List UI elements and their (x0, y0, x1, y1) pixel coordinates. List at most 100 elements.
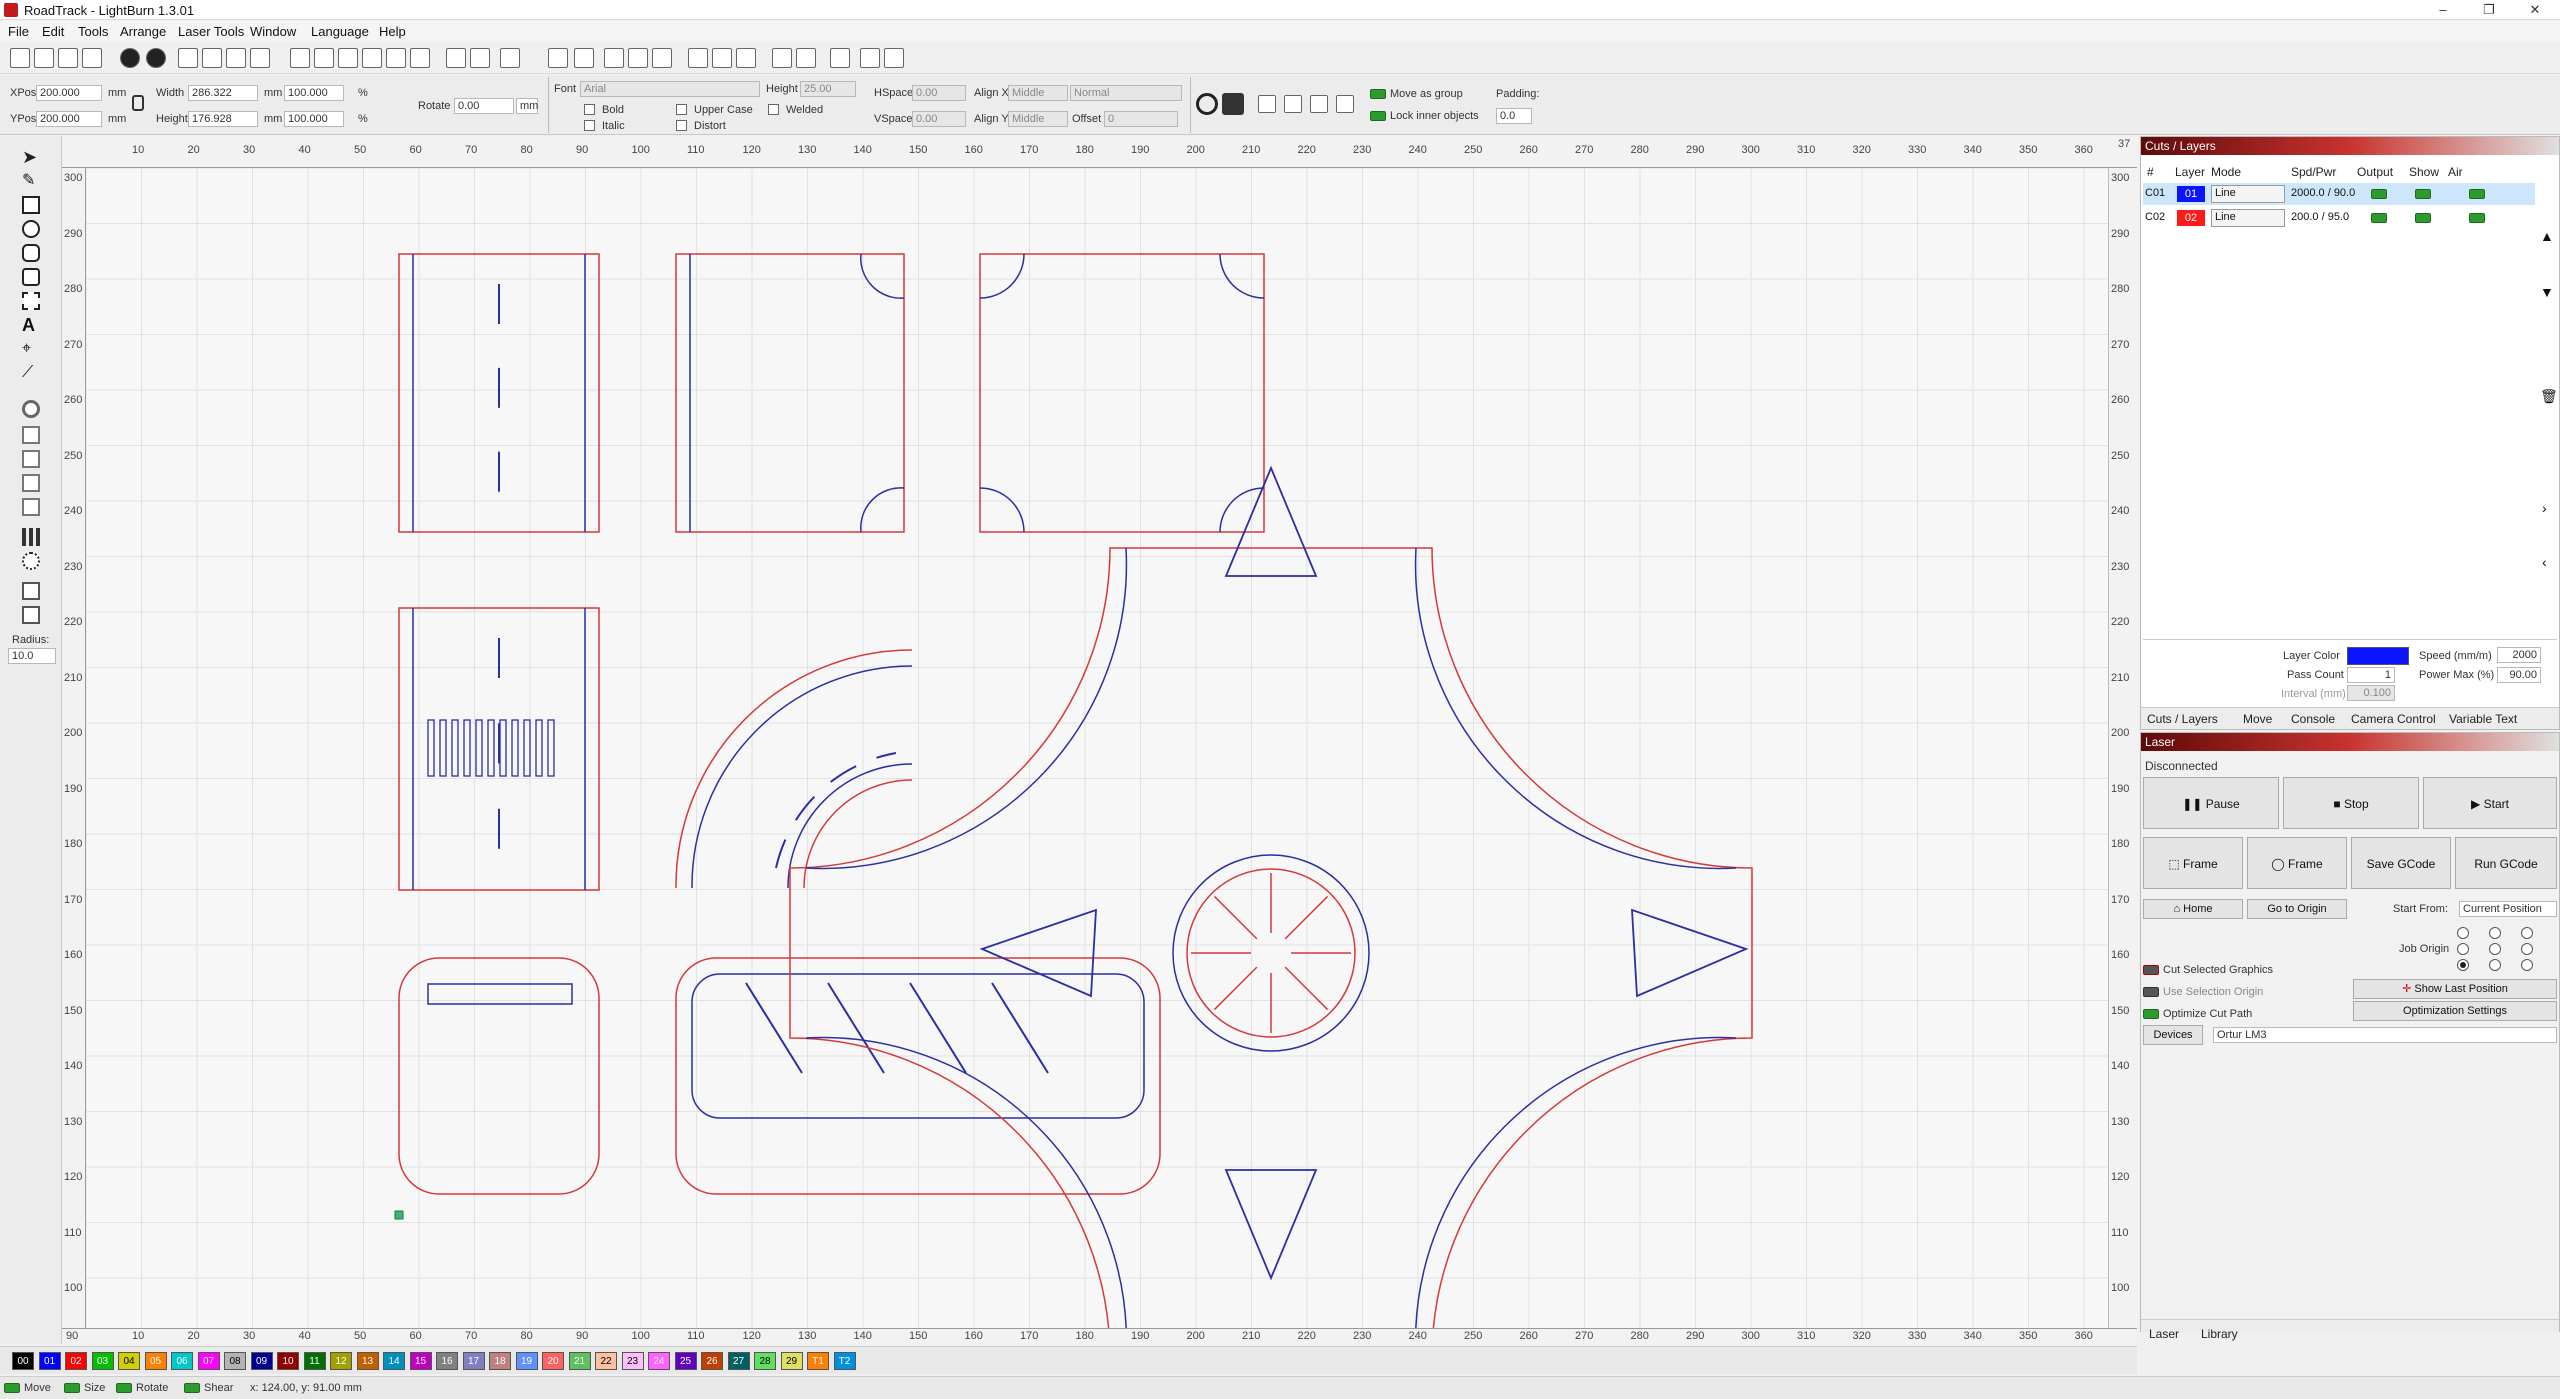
palette-swatch[interactable]: 09 (250, 1352, 273, 1370)
width-pct-field[interactable]: 100.000 (284, 85, 344, 101)
chevron-up-icon[interactable]: ▲ (2540, 228, 2554, 244)
copy-icon[interactable] (202, 48, 222, 68)
device-select[interactable]: Ortur LM3 (2213, 1027, 2557, 1043)
stop-button[interactable]: ■ Stop (2283, 777, 2419, 829)
frame-button[interactable]: ⬚ Frame (2143, 837, 2243, 889)
open-file-icon[interactable] (34, 48, 54, 68)
align-y-select[interactable]: Middle (1008, 111, 1068, 127)
intersect-icon[interactable] (22, 498, 40, 516)
palette-swatch[interactable]: 12 (330, 1352, 352, 1370)
job-origin-mc[interactable] (2489, 943, 2501, 955)
export-icon[interactable] (146, 48, 166, 68)
palette-swatch[interactable]: 17 (462, 1352, 485, 1370)
monitor-icon[interactable] (446, 48, 466, 68)
array-icon[interactable] (860, 48, 880, 68)
dock-icon[interactable] (884, 48, 904, 68)
palette-swatch[interactable]: T1 (807, 1352, 829, 1370)
job-origin-mr[interactable] (2521, 943, 2533, 955)
save-gcode-button[interactable]: Save GCode (2351, 837, 2451, 889)
layer-row[interactable]: C02 02 Line 200.0 / 95.0 (2143, 207, 2535, 229)
zoom-page-icon[interactable] (386, 48, 406, 68)
job-origin-br[interactable] (2521, 959, 2533, 971)
offset-field[interactable]: 0 (1104, 111, 1178, 127)
layer-color-chip[interactable]: 02 (2177, 210, 2205, 226)
tab-camera-control[interactable]: Camera Control (2351, 712, 2436, 726)
shear-toggle[interactable] (184, 1383, 200, 1393)
trash-icon[interactable]: 🗑 (2540, 388, 2558, 405)
layer-row[interactable]: C01 01 Line 2000.0 / 90.0 (2143, 183, 2535, 205)
layer-mode-select[interactable]: Line (2211, 209, 2285, 227)
move-as-group-toggle[interactable] (1370, 89, 1386, 99)
palette-swatch[interactable]: 16 (436, 1352, 458, 1370)
layer-mode-select[interactable]: Line (2211, 185, 2285, 203)
move-icon[interactable] (290, 48, 310, 68)
tab-console[interactable]: Console (2291, 712, 2335, 726)
maximize-button[interactable]: ❐ (2466, 0, 2512, 20)
menu-window[interactable]: Window (250, 24, 296, 39)
text-mode-select[interactable]: Normal (1070, 85, 1182, 101)
optimization-settings-button[interactable]: Optimization Settings (2353, 1001, 2557, 1021)
measure-icon[interactable]: ⟋ (22, 364, 40, 382)
position-laser-icon[interactable]: ⌖ (22, 340, 40, 358)
size-toggle[interactable] (64, 1383, 80, 1393)
devices-button[interactable]: Devices (2143, 1025, 2203, 1045)
ypos-field[interactable]: 200.000 (36, 111, 102, 127)
offset-shapes-icon[interactable] (22, 400, 40, 418)
hspace-field[interactable]: 0.00 (912, 85, 966, 101)
interval-field[interactable]: 0.100 (2347, 685, 2395, 701)
align-tool-2-icon[interactable] (1284, 95, 1302, 113)
palette-swatch[interactable]: 21 (568, 1352, 591, 1370)
rounded-corner-icon[interactable] (22, 582, 40, 600)
select-arrow-icon[interactable]: ➤ (22, 148, 40, 166)
paste-icon[interactable] (226, 48, 246, 68)
subtract-icon[interactable] (22, 474, 40, 492)
edit-nodes-icon[interactable]: ✎ (22, 172, 40, 190)
palette-swatch[interactable]: 22 (595, 1352, 617, 1370)
layer-color-swatch[interactable] (2347, 647, 2409, 665)
palette-swatch[interactable]: 10 (277, 1352, 299, 1370)
padding-field[interactable]: 0.0 (1496, 108, 1532, 124)
layer-color-chip[interactable]: 01 (2177, 186, 2205, 202)
minimize-button[interactable]: – (2420, 0, 2466, 20)
italic-checkbox[interactable] (584, 120, 595, 131)
menu-help[interactable]: Help (379, 24, 406, 39)
tab-move[interactable]: Move (2243, 712, 2272, 726)
palette-swatch[interactable]: T2 (833, 1352, 856, 1370)
lock-icon[interactable] (132, 95, 144, 111)
chevron-right-icon[interactable]: › (2542, 500, 2547, 516)
distribute-h-icon[interactable] (772, 48, 792, 68)
tab-library[interactable]: Library (2201, 1327, 2238, 1341)
zoom-in-icon[interactable] (314, 48, 334, 68)
rectangle-icon[interactable] (22, 196, 40, 214)
palette-swatch[interactable]: 08 (224, 1352, 246, 1370)
flip-horizontal-icon[interactable] (604, 48, 624, 68)
align-x-select[interactable]: Middle (1008, 85, 1068, 101)
upper-case-checkbox[interactable] (676, 104, 687, 115)
height-pct-field[interactable]: 100.000 (284, 111, 344, 127)
settings-gear-icon[interactable] (470, 48, 490, 68)
align-tool-1-icon[interactable] (1258, 95, 1276, 113)
align-right-icon[interactable] (736, 48, 756, 68)
job-origin-ml[interactable] (2457, 943, 2469, 955)
weld-icon[interactable] (22, 426, 40, 444)
zoom-frame-icon[interactable] (362, 48, 382, 68)
align-left-icon[interactable] (712, 48, 732, 68)
job-origin-tr[interactable] (2521, 927, 2533, 939)
tab-cuts-layers[interactable]: Cuts / Layers (2147, 712, 2218, 726)
palette-swatch[interactable]: 04 (118, 1352, 140, 1370)
text-tool-icon[interactable]: A (22, 316, 40, 334)
use-selection-origin-toggle[interactable] (2143, 987, 2159, 997)
start-from-select[interactable]: Current Position (2459, 901, 2557, 917)
align-center-icon[interactable] (688, 48, 708, 68)
text-height-field[interactable]: 25.00 (800, 81, 856, 97)
group-icon[interactable] (548, 48, 568, 68)
distort-checkbox[interactable] (676, 120, 687, 131)
menu-tools[interactable]: Tools (78, 24, 108, 39)
printer-icon[interactable] (1222, 93, 1244, 115)
rotate-field[interactable]: 0.00 (454, 98, 514, 114)
lock-inner-toggle[interactable] (1370, 111, 1386, 121)
chevron-left-icon[interactable]: ‹ (2542, 554, 2547, 570)
palette-swatch[interactable]: 00 (12, 1352, 34, 1370)
menu-arrange[interactable]: Arrange (120, 24, 166, 39)
chamfer-icon[interactable] (22, 606, 40, 624)
